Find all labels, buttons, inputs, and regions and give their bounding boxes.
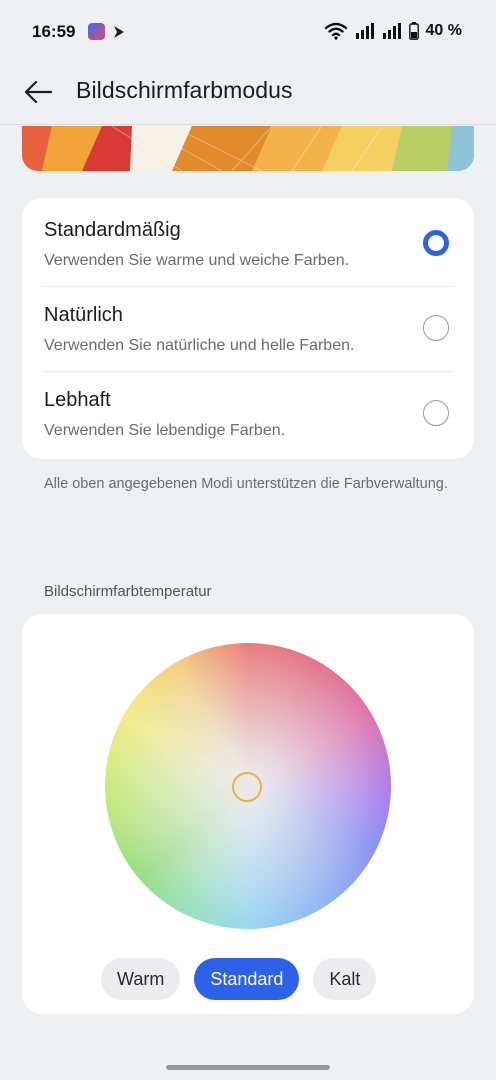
mode-option-standard[interactable]: Standardmäßig Verwenden Sie warme und we… [22, 198, 474, 284]
warm-button[interactable]: Warm [101, 958, 181, 1000]
footnote: Alle oben angegebenen Modi unterstützen … [44, 476, 448, 492]
page-title: Bildschirmfarbmodus [76, 77, 293, 103]
wifi-icon [324, 22, 347, 40]
battery-icon [408, 22, 419, 40]
standard-button[interactable]: Standard [194, 958, 300, 1000]
radio-standard[interactable] [423, 230, 449, 256]
preview-image [22, 126, 474, 171]
mode-title: Lebhaft [44, 389, 111, 411]
radio-vivid[interactable] [423, 400, 449, 426]
cold-button[interactable]: Kalt [313, 958, 377, 1000]
back-arrow-icon [24, 80, 53, 104]
temperature-presets: Warm Standard Kalt [101, 958, 377, 1000]
home-indicator[interactable] [166, 1065, 330, 1070]
mode-title: Natürlich [44, 304, 123, 326]
mode-option-vivid[interactable]: Lebhaft Verwenden Sie lebendige Farben. [22, 371, 474, 457]
mode-description: Verwenden Sie lebendige Farben. [44, 422, 286, 439]
back-button[interactable] [18, 74, 58, 110]
status-time: 16:59 [32, 22, 76, 41]
screen: 16:59 40 % Bildschirmfarbmodus Standardm… [0, 0, 496, 1080]
signal-icon-sim2 [382, 23, 401, 39]
status-indicators: 40 % [324, 22, 462, 40]
mode-option-natural[interactable]: Natürlich Verwenden Sie natürliche und h… [22, 286, 474, 372]
radio-natural[interactable] [423, 315, 449, 341]
mode-description: Verwenden Sie warme und weiche Farben. [44, 252, 350, 269]
app-header: Bildschirmfarbmodus [0, 64, 496, 120]
mode-description: Verwenden Sie natürliche und helle Farbe… [44, 337, 355, 354]
section-label-temperature: Bildschirmfarbtemperatur [44, 583, 212, 600]
color-temperature-card: Warm Standard Kalt [22, 614, 474, 1014]
color-wheel-handle[interactable] [232, 772, 262, 802]
notification-icons [88, 23, 127, 40]
signal-icon-sim1 [355, 23, 374, 39]
play-notification-icon [114, 25, 124, 38]
header-divider [0, 124, 496, 125]
app-notification-icon [88, 23, 105, 40]
status-bar: 16:59 40 % [0, 0, 496, 64]
mode-title: Standardmäßig [44, 219, 181, 241]
color-mode-card: Standardmäßig Verwenden Sie warme und we… [22, 198, 474, 459]
battery-percent: 40 % [425, 22, 462, 39]
